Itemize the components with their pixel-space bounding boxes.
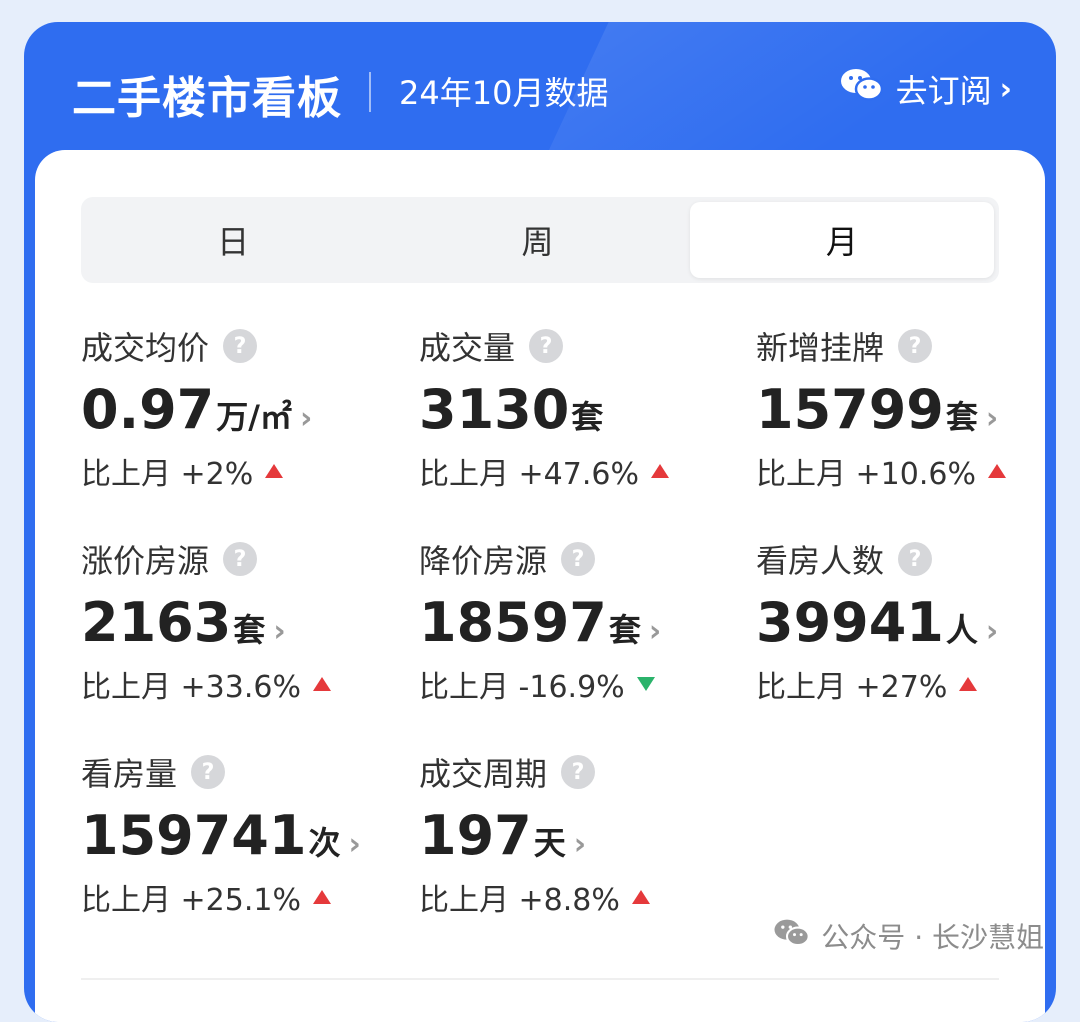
metric-new-listings[interactable]: 新增挂牌? 15799 套 › 比上月 +10.6% xyxy=(756,324,1056,493)
data-period: 24年10月数据 xyxy=(399,74,609,112)
help-icon[interactable]: ? xyxy=(898,542,933,576)
trend-up-icon xyxy=(265,464,284,478)
metric-value: 18597 xyxy=(419,591,607,654)
metric-change: 比上月 +27% xyxy=(756,670,948,705)
metric-value: 0.97 xyxy=(81,378,215,441)
help-icon[interactable]: ? xyxy=(191,755,226,789)
tab-week[interactable]: 周 xyxy=(385,197,689,283)
chevron-right-icon: › xyxy=(273,614,286,649)
help-icon[interactable]: ? xyxy=(898,329,933,363)
metric-label: 涨价房源 xyxy=(81,542,210,580)
help-icon[interactable]: ? xyxy=(529,329,564,363)
metric-deal-cycle[interactable]: 成交周期? 197 天 › 比上月 +8.8% xyxy=(419,750,749,919)
metric-change: 比上月 +47.6% xyxy=(419,457,639,492)
header-divider xyxy=(369,72,371,112)
metric-unit: 天 xyxy=(533,824,566,862)
metric-value: 2163 xyxy=(81,591,232,654)
dashboard-panel: 日 周 月 成交均价? 0.97 万/㎡ › 比上月 +2% 成交量? 3130 套 … xyxy=(35,150,1045,1022)
trend-up-icon xyxy=(312,677,331,691)
metric-deal-volume[interactable]: 成交量? 3130 套 比上月 +47.6% xyxy=(419,324,749,493)
metric-change: 比上月 +8.8% xyxy=(419,883,620,918)
trend-down-icon xyxy=(636,677,655,691)
metric-value: 159741 xyxy=(81,804,307,867)
metric-value: 197 xyxy=(419,804,532,867)
trend-up-icon xyxy=(987,464,1006,478)
trend-up-icon xyxy=(631,890,650,904)
tab-day[interactable]: 日 xyxy=(81,197,385,283)
metric-label: 成交量 xyxy=(419,329,516,367)
metric-change: 比上月 +33.6% xyxy=(81,670,301,705)
metric-change: 比上月 +10.6% xyxy=(756,457,976,492)
dashboard-card: 二手楼市看板 24年10月数据 去订阅 › 日 周 月 成交均价? 0.97 万/… xyxy=(24,22,1056,1022)
metric-unit: 套 xyxy=(945,398,978,436)
metric-value: 15799 xyxy=(756,378,944,441)
trend-up-icon xyxy=(959,677,978,691)
metric-viewings[interactable]: 看房量? 159741 次 › 比上月 +25.1% xyxy=(81,750,411,919)
help-icon[interactable]: ? xyxy=(561,542,596,576)
metric-unit: 次 xyxy=(308,824,341,862)
period-tabs: 日 周 月 xyxy=(81,197,999,283)
chevron-right-icon: › xyxy=(999,71,1012,107)
bottom-divider xyxy=(81,978,999,980)
chevron-right-icon: › xyxy=(348,827,361,862)
metric-price-rise-listings[interactable]: 涨价房源? 2163 套 › 比上月 +33.6% xyxy=(81,537,411,706)
subscribe-button[interactable]: 去订阅 › xyxy=(840,66,1012,112)
metric-viewers[interactable]: 看房人数? 39941 人 › 比上月 +27% xyxy=(756,537,1056,706)
metric-change: 比上月 +25.1% xyxy=(81,883,301,918)
metric-label: 成交周期 xyxy=(419,755,548,793)
metric-avg-price[interactable]: 成交均价? 0.97 万/㎡ › 比上月 +2% xyxy=(81,324,411,493)
help-icon[interactable]: ? xyxy=(223,329,258,363)
chevron-right-icon: › xyxy=(299,401,313,436)
metric-change: 比上月 -16.9% xyxy=(419,670,625,705)
subscribe-label: 去订阅 xyxy=(895,72,992,110)
chevron-right-icon: › xyxy=(985,401,999,436)
metric-value: 39941 xyxy=(756,591,944,654)
metric-unit: 套 xyxy=(571,398,604,436)
wechat-icon xyxy=(840,67,896,111)
dashboard-title: 二手楼市看板 xyxy=(72,73,342,124)
metric-unit: 套 xyxy=(233,611,266,649)
metric-label: 看房量 xyxy=(81,755,178,793)
metric-price-cut-listings[interactable]: 降价房源? 18597 套 › 比上月 -16.9% xyxy=(419,537,749,706)
watermark-text: 公众号 · 长沙慧姐 xyxy=(821,921,1044,954)
metric-value: 3130 xyxy=(419,378,570,441)
metric-unit: 万/㎡ xyxy=(216,398,292,436)
metric-change: 比上月 +2% xyxy=(81,457,254,492)
trend-up-icon xyxy=(312,890,331,904)
chevron-right-icon: › xyxy=(985,614,999,649)
metric-label: 降价房源 xyxy=(419,542,548,580)
help-icon[interactable]: ? xyxy=(223,542,258,576)
wechat-icon xyxy=(773,918,821,955)
help-icon[interactable]: ? xyxy=(561,755,596,789)
metric-label: 新增挂牌 xyxy=(756,329,885,367)
metric-label: 看房人数 xyxy=(756,542,885,580)
metric-label: 成交均价 xyxy=(81,329,210,367)
chevron-right-icon: › xyxy=(573,827,587,862)
trend-up-icon xyxy=(650,464,669,478)
metric-unit: 人 xyxy=(945,611,978,649)
watermark: 公众号 · 长沙慧姐 xyxy=(773,916,1044,956)
tab-month[interactable]: 月 xyxy=(689,202,994,278)
chevron-right-icon: › xyxy=(648,614,662,649)
metric-unit: 套 xyxy=(608,611,641,649)
